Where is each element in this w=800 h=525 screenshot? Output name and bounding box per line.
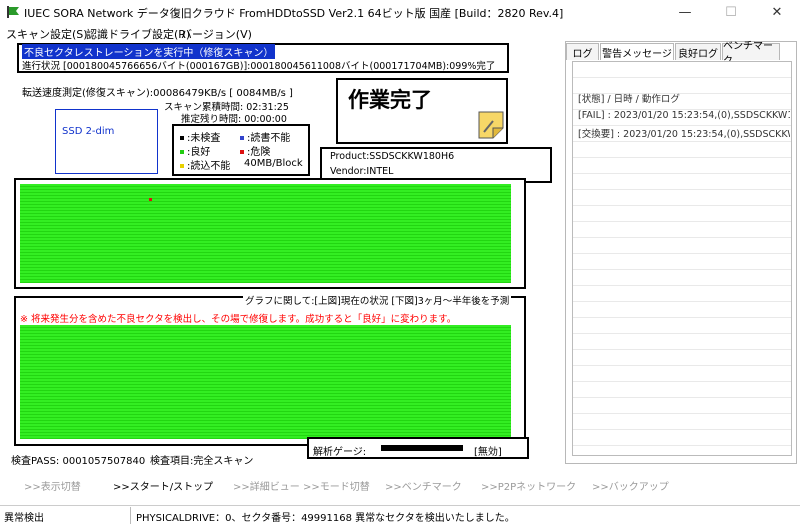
done-label: 作業完了 xyxy=(348,88,432,112)
status-headline: 不良セクタレストレーションを実行中（修復スキャン） xyxy=(22,44,276,59)
analysis-gauge-bar xyxy=(381,445,463,451)
forecast-graph xyxy=(20,325,511,439)
repair-warning: ※ 将来発生分を含めた不良セクタを検出し、その場で修復します。成功すると「良好」… xyxy=(20,314,457,325)
drive-box[interactable] xyxy=(55,109,158,174)
legend-unchecked: :未検査 xyxy=(180,129,220,144)
menu-drive-settings[interactable]: 認識ドライブ設定(R) xyxy=(86,26,190,42)
graph-caption: グラフに関して:[上図]現在の状況 [下図]3ヶ月～半年後を予測 xyxy=(243,293,512,307)
gauge-state: [無効] xyxy=(474,447,502,458)
menu-scan-settings[interactable]: スキャン設定(S) xyxy=(6,26,88,42)
legend-read-write-error: :読書不能 xyxy=(240,129,290,144)
backup-button[interactable]: >>バックアップ xyxy=(592,478,669,493)
log-entry[interactable]: [FAIL] : 2023/01/20 15:23:54,(0),SSDSCKK… xyxy=(578,110,790,121)
log-entry[interactable]: [交換要] : 2023/01/20 15:23:54,(0),SSDSCKKW… xyxy=(578,126,790,140)
vendor-name: Vendor:INTEL xyxy=(330,166,394,177)
p2p-network-button[interactable]: >>P2Pネットワーク xyxy=(481,478,576,493)
legend-unreadable: :読込不能 xyxy=(180,157,230,172)
maximize-button[interactable]: ☐ xyxy=(708,0,754,24)
legend-danger: :危険 xyxy=(240,143,270,158)
gauge-label: 解析ゲージ: xyxy=(313,447,367,458)
current-status-graph xyxy=(20,184,511,283)
menu-version[interactable]: バージョン(V) xyxy=(181,26,252,42)
tab-benchmark[interactable]: ベンチマーク xyxy=(722,41,780,67)
transfer-speed: 転送速度測定(修復スキャン):00086479KB/s [ 0084MB/s ] xyxy=(22,88,293,99)
app-icon xyxy=(6,5,20,19)
tab-good-log[interactable]: 良好ログ xyxy=(675,43,721,60)
drive-name: SSD 2-dim xyxy=(62,126,115,137)
toggle-view-button[interactable]: >>表示切替 xyxy=(24,478,81,493)
note-icon xyxy=(478,111,504,139)
remaining-time: 推定残り時間: 00:00:00 xyxy=(181,114,287,125)
legend-block-size: 40MB/Block xyxy=(244,158,303,169)
log-header: [状態] / 日時 / 動作ログ xyxy=(578,94,680,105)
pass-count: 検査PASS: 0001057507840 xyxy=(11,456,146,467)
tab-log[interactable]: ログ xyxy=(566,43,599,60)
legend-good: :良好 xyxy=(180,143,210,158)
mode-switch-button[interactable]: >>モード切替 xyxy=(303,478,370,493)
danger-sector-marker xyxy=(149,198,152,201)
legend-dot-unreadable xyxy=(180,164,184,168)
status-message: PHYSICALDRIVE：0、セクタ番号：49991168 異常なセクタを検出… xyxy=(136,513,515,524)
benchmark-button[interactable]: >>ベンチマーク xyxy=(385,478,462,493)
scan-item: 検査項目:完全スキャン xyxy=(150,456,254,467)
legend-dot-read-write-error xyxy=(240,136,244,140)
status-left: 異常検出 xyxy=(4,513,44,524)
detail-view-button[interactable]: >>詳細ビュー xyxy=(233,478,300,493)
minimize-button[interactable]: — xyxy=(662,0,708,24)
window-title: IUEC SORA Network データ復旧クラウド FromHDDtoSSD… xyxy=(24,7,564,20)
tab-warning-messages[interactable]: 警告メッセージ xyxy=(600,43,674,60)
close-button[interactable]: ✕ xyxy=(754,0,800,24)
product-name: Product:SSDSCKKW180H6 xyxy=(330,151,455,162)
legend-dot-unchecked xyxy=(180,136,184,140)
start-stop-button[interactable]: >>スタート/ストップ xyxy=(113,478,213,493)
progress-text: 進行状況 [000180045766656バイト(000167GB)]:0001… xyxy=(22,61,496,72)
status-divider xyxy=(130,507,131,524)
legend-dot-danger xyxy=(240,150,244,154)
legend-dot-good xyxy=(180,150,184,154)
